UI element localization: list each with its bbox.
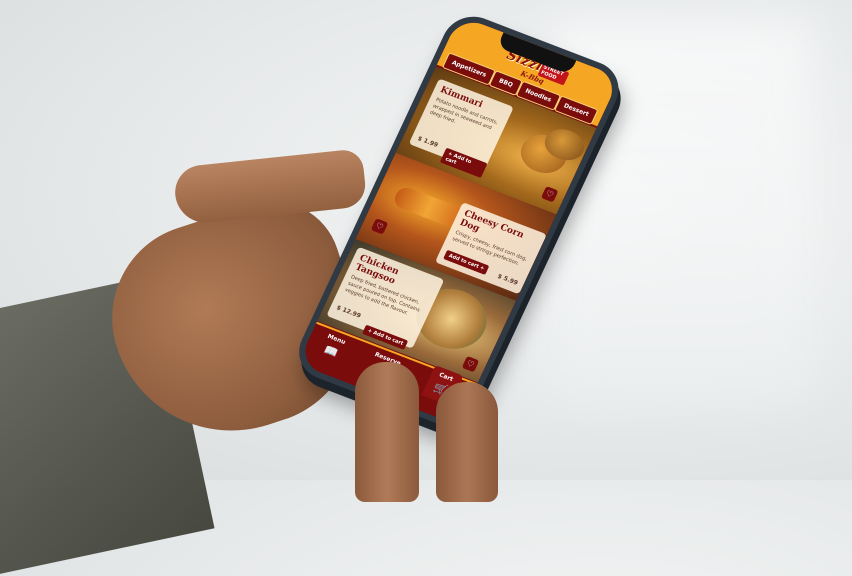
item-info-panel: Kimmari Potato noodle and carrots, wrapp… bbox=[408, 78, 514, 178]
plus-icon: + bbox=[477, 264, 486, 272]
item-price: $ 12.99 bbox=[335, 304, 362, 320]
finger bbox=[436, 382, 498, 502]
heart-icon[interactable]: ♡ bbox=[540, 186, 559, 203]
finger bbox=[355, 362, 419, 502]
heart-icon[interactable]: ♡ bbox=[370, 218, 389, 235]
item-price: $ 1.99 bbox=[416, 135, 440, 150]
hand-thumb bbox=[172, 148, 368, 226]
add-to-cart-label: Add to cart bbox=[447, 252, 480, 270]
item-price: $ 5.99 bbox=[496, 272, 519, 287]
heart-icon[interactable]: ♡ bbox=[461, 355, 480, 373]
book-icon: 📖 bbox=[321, 342, 341, 360]
nav-menu[interactable]: Menu 📖 bbox=[320, 333, 347, 361]
